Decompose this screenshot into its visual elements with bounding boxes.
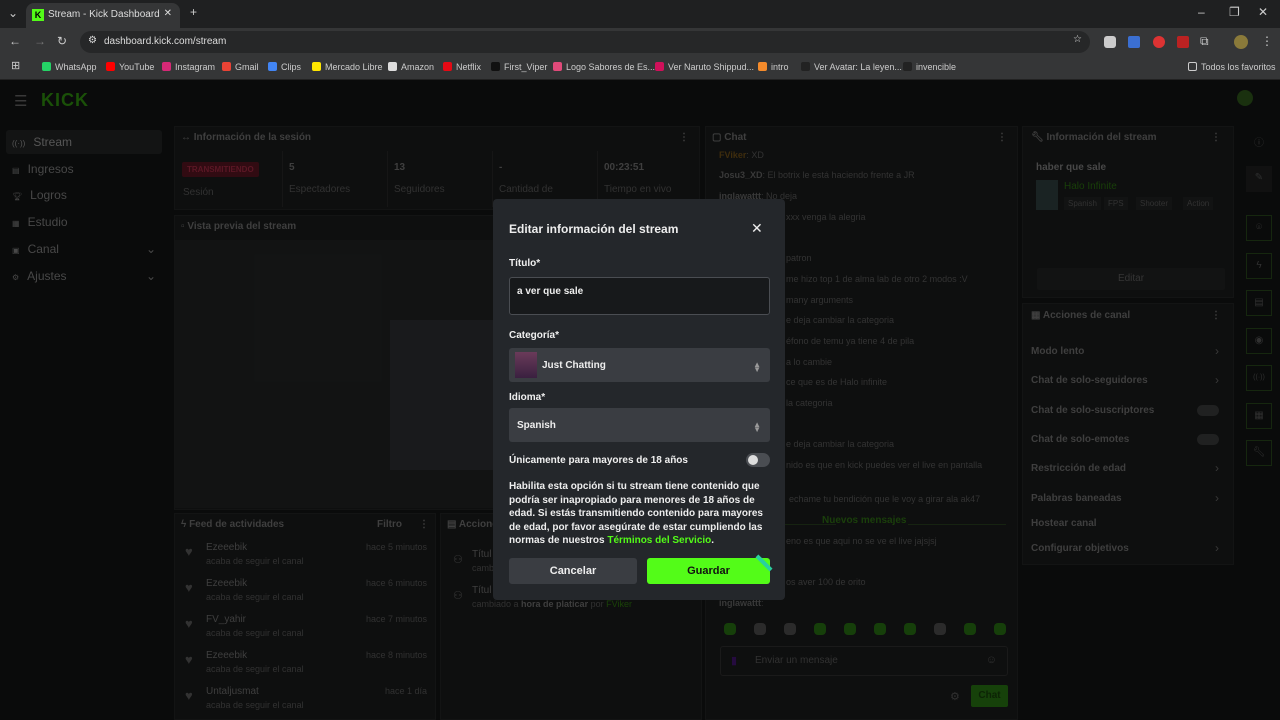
- extension-icon[interactable]: [1104, 36, 1116, 48]
- select-arrows-icon: ▲ ▼: [753, 360, 761, 374]
- adult-only-toggle[interactable]: [746, 453, 770, 467]
- bookmark-favicon-icon: [388, 62, 397, 71]
- bookmark-item[interactable]: WhatsApp: [42, 62, 97, 72]
- select-arrows-icon: ▲ ▼: [753, 420, 761, 434]
- category-select[interactable]: Just Chatting ▲ ▼: [509, 348, 770, 382]
- url-text: dashboard.kick.com/stream: [104, 36, 227, 47]
- language-value: Spanish: [517, 420, 556, 431]
- category-value: Just Chatting: [542, 360, 606, 371]
- bookmark-label: Netflix: [456, 62, 482, 72]
- bookmark-label: invencible: [916, 62, 957, 72]
- browser-tab[interactable]: K Stream - Kick Dashboard ✕: [26, 3, 180, 28]
- bookmark-item[interactable]: Ver Naruto Shippud...: [655, 62, 754, 72]
- bookmark-item[interactable]: Logo Sabores de Es...: [553, 62, 655, 72]
- bookmark-label: First_Viper: [504, 62, 548, 72]
- modal-title: Editar información del stream: [509, 222, 679, 236]
- bookmark-favicon-icon: [801, 62, 810, 71]
- tab-search-icon[interactable]: ⌄: [8, 6, 18, 20]
- bookmark-item[interactable]: Mercado Libre: [312, 62, 383, 72]
- bookmark-star-icon[interactable]: ☆: [1073, 34, 1082, 45]
- bookmark-favicon-icon: [312, 62, 321, 71]
- bookmark-label: intro: [771, 62, 789, 72]
- bookmark-label: YouTube: [119, 62, 155, 72]
- bookmark-favicon-icon: [491, 62, 500, 71]
- bookmark-favicon-icon: [758, 62, 767, 71]
- menu-icon[interactable]: ⋮: [1261, 34, 1273, 48]
- cancel-button[interactable]: Cancelar: [509, 558, 637, 584]
- bookmark-item[interactable]: Clips: [268, 62, 301, 72]
- language-select[interactable]: Spanish ▲ ▼: [509, 408, 770, 442]
- forward-icon[interactable]: →: [34, 34, 46, 48]
- bookmark-favicon-icon: [106, 62, 115, 71]
- bookmark-label: Logo Sabores de Es...: [566, 62, 656, 72]
- reload-icon[interactable]: ↻: [57, 34, 67, 48]
- back-icon[interactable]: ←: [9, 34, 21, 48]
- bookmark-favicon-icon: [222, 62, 231, 71]
- bookmark-favicon-icon: [903, 62, 912, 71]
- bookmark-label: Instagram: [175, 62, 216, 72]
- toggle-knob: [748, 455, 758, 465]
- title-label: Título*: [509, 258, 541, 269]
- bookmark-item[interactable]: Instagram: [162, 62, 215, 72]
- restore-icon[interactable]: ❐: [1229, 5, 1240, 19]
- tab-title: Stream - Kick Dashboard: [48, 9, 160, 20]
- bookmark-label: WhatsApp: [55, 62, 97, 72]
- bookmark-item[interactable]: intro: [758, 62, 789, 72]
- category-thumbnail: [515, 352, 537, 378]
- category-label: Categoría*: [509, 330, 560, 341]
- address-bar-row: ← → ↻ ⚙ dashboard.kick.com/stream ☆ ⧉ ⋮: [0, 28, 1280, 56]
- bookmark-item[interactable]: Gmail: [222, 62, 259, 72]
- bookmark-favicon-icon: [42, 62, 51, 71]
- site-info-icon[interactable]: ⚙: [88, 35, 97, 46]
- adult-only-description: Habilita esta opción si tu stream tiene …: [509, 480, 771, 548]
- bookmark-label: Mercado Libre: [325, 62, 383, 72]
- all-bookmarks-label: Todos los favoritos: [1201, 62, 1276, 72]
- new-tab-icon[interactable]: +: [190, 5, 197, 19]
- all-bookmarks[interactable]: Todos los favoritos: [1188, 62, 1276, 72]
- period: .: [711, 535, 715, 546]
- bookmark-label: Ver Naruto Shippud...: [668, 62, 755, 72]
- extension-icon[interactable]: [1177, 36, 1189, 48]
- bookmark-favicon-icon: [655, 62, 664, 71]
- terms-link[interactable]: Términos del Servicio: [607, 535, 711, 546]
- bookmark-item[interactable]: First_Viper: [491, 62, 547, 72]
- language-label: Idioma*: [509, 392, 546, 403]
- bookmark-favicon-icon: [268, 62, 277, 71]
- bookmark-item[interactable]: Ver Avatar: La leyen...: [801, 62, 902, 72]
- extension-icon[interactable]: [1153, 36, 1165, 48]
- kick-favicon: K: [32, 9, 44, 21]
- close-modal-icon[interactable]: ✕: [751, 220, 763, 237]
- bookmark-label: Ver Avatar: La leyen...: [814, 62, 902, 72]
- apps-icon[interactable]: ⊞: [11, 59, 20, 72]
- bookmark-favicon-icon: [443, 62, 452, 71]
- bookmark-favicon-icon: [162, 62, 171, 71]
- bookmark-label: Clips: [281, 62, 302, 72]
- bookmark-favicon-icon: [553, 62, 562, 71]
- extensions-puzzle-icon[interactable]: ⧉: [1200, 34, 1209, 49]
- bookmarks-bar: ⊞ WhatsApp YouTube Instagram Gmail Clips Merc…: [0, 56, 1280, 80]
- browser-tab-bar: ⌄ K Stream - Kick Dashboard ✕ + – ❐ ✕: [0, 0, 1280, 28]
- bookmark-item[interactable]: invencible: [903, 62, 956, 72]
- translate-extension-icon[interactable]: [1128, 36, 1140, 48]
- bookmark-label: Gmail: [235, 62, 259, 72]
- edit-stream-modal: Editar información del stream ✕ Título* …: [493, 199, 785, 600]
- adult-only-label: Únicamente para mayores de 18 años: [509, 455, 688, 466]
- bookmark-item[interactable]: YouTube: [106, 62, 154, 72]
- bookmark-label: Amazon: [401, 62, 435, 72]
- url-input[interactable]: ⚙ dashboard.kick.com/stream ☆: [80, 31, 1090, 53]
- title-value: a ver que sale: [517, 286, 584, 297]
- close-window-icon[interactable]: ✕: [1258, 5, 1268, 19]
- save-button[interactable]: Guardar: [647, 558, 770, 584]
- title-input[interactable]: a ver que sale: [509, 277, 770, 315]
- close-tab-icon[interactable]: ✕: [164, 8, 172, 19]
- bookmark-item[interactable]: Amazon: [388, 62, 434, 72]
- minimize-icon[interactable]: –: [1198, 5, 1205, 19]
- profile-avatar[interactable]: [1234, 35, 1248, 49]
- bookmark-item[interactable]: Netflix: [443, 62, 481, 72]
